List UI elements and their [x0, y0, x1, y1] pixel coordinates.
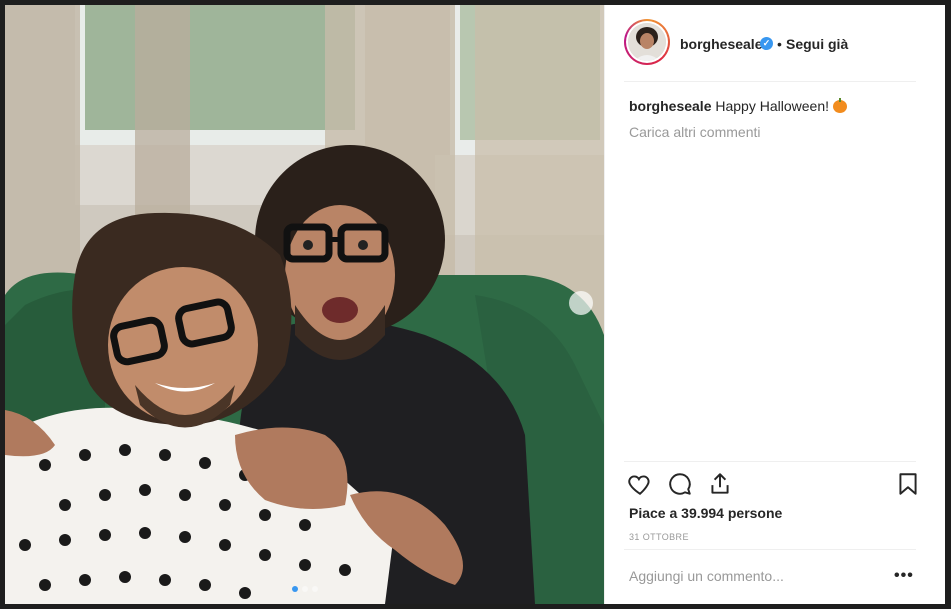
save-button[interactable] — [895, 471, 921, 497]
post-sidebar: borgheseale ✓ • Segui già borgheseale Ha… — [604, 5, 945, 604]
following-button[interactable]: Segui già — [786, 36, 848, 52]
comment-button[interactable] — [667, 471, 693, 497]
comment-input[interactable] — [629, 565, 879, 587]
share-button[interactable] — [707, 471, 733, 497]
carousel-dot[interactable] — [311, 586, 318, 592]
carousel-indicator[interactable] — [5, 586, 604, 592]
comment-bubble-icon — [669, 473, 691, 495]
carousel-dot[interactable] — [301, 586, 308, 592]
avatar[interactable] — [624, 19, 670, 65]
more-options-icon[interactable]: ••• — [894, 567, 914, 585]
post-caption: borgheseale Happy Halloween! — [629, 97, 924, 115]
bookmark-icon — [899, 473, 917, 495]
username-link[interactable]: borgheseale — [680, 36, 762, 52]
separator-dot: • — [777, 36, 782, 52]
window-border-bottom — [0, 604, 951, 609]
caption-text: Happy Halloween! — [715, 98, 829, 114]
post-photo[interactable] — [5, 5, 604, 604]
pumpkin-emoji-icon — [832, 98, 847, 113]
post-header: borgheseale ✓ • Segui già — [605, 5, 945, 82]
carousel-dot-active[interactable] — [291, 586, 298, 592]
verified-badge-icon: ✓ — [760, 37, 773, 50]
post-date[interactable]: 31 OTTOBRE — [629, 532, 689, 542]
like-button[interactable] — [627, 471, 653, 497]
photo-illustration — [5, 5, 604, 604]
share-icon — [711, 473, 729, 494]
avatar-image — [628, 23, 666, 61]
divider — [624, 81, 916, 82]
window-border-right — [945, 0, 951, 609]
divider — [624, 549, 916, 550]
divider — [624, 461, 916, 462]
heart-icon — [628, 475, 650, 495]
caption-username-link[interactable]: borgheseale — [629, 98, 711, 114]
load-more-comments-link[interactable]: Carica altri commenti — [629, 124, 760, 140]
likes-count[interactable]: Piace a 39.994 persone — [629, 505, 782, 521]
